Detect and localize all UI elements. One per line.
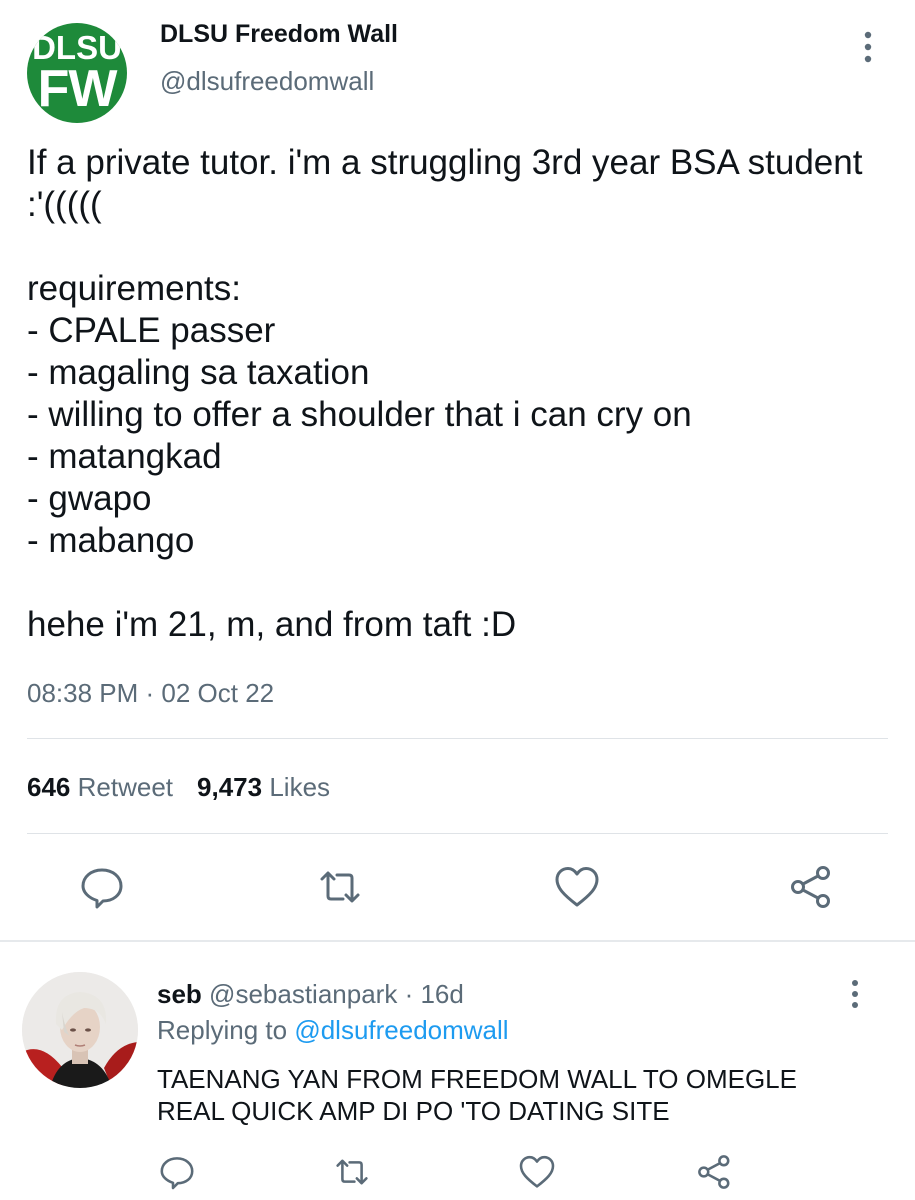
tweet-timestamp: 08:38 PM · 02 Oct 22 xyxy=(27,678,275,708)
divider xyxy=(27,738,888,739)
likes-stat[interactable]: 9,473 Likes xyxy=(197,772,330,802)
like-icon[interactable] xyxy=(552,862,602,912)
retweet-label: Retweet xyxy=(77,772,174,802)
reply-text: TAENANG YAN FROM FREEDOM WALL TO OMEGLE … xyxy=(157,1064,797,1126)
reply-age: · 16d xyxy=(404,979,464,1009)
replying-to-label: Replying to xyxy=(157,1015,288,1045)
reply-reply-icon[interactable] xyxy=(157,1152,197,1192)
display-name[interactable]: DLSU Freedom Wall xyxy=(160,20,398,49)
section-divider xyxy=(0,940,915,942)
reply-retweet-icon[interactable] xyxy=(332,1152,372,1192)
replying-to: Replying to @dlsufreedomwall xyxy=(157,1015,509,1046)
tweet-text: If a private tutor. i'm a struggling 3rd… xyxy=(27,143,863,644)
likes-count: 9,473 xyxy=(197,772,263,802)
likes-label: Likes xyxy=(269,772,331,802)
avatar-text-bottom: FW xyxy=(37,60,118,118)
share-icon[interactable] xyxy=(787,862,837,912)
divider xyxy=(27,833,888,834)
account-avatar[interactable]: DLSU FW xyxy=(27,23,127,123)
reply-share-icon[interactable] xyxy=(695,1152,735,1192)
retweet-icon[interactable] xyxy=(315,862,365,912)
more-options-icon[interactable] xyxy=(854,30,882,64)
reply-more-options-icon[interactable] xyxy=(842,978,868,1010)
retweet-stat[interactable]: 646 Retweet xyxy=(27,772,173,802)
reply-icon[interactable] xyxy=(77,862,127,912)
replying-to-mention[interactable]: @dlsufreedomwall xyxy=(294,1015,508,1045)
reply-like-icon[interactable] xyxy=(517,1152,557,1192)
retweet-count: 646 xyxy=(27,772,71,802)
reply-avatar[interactable] xyxy=(22,972,138,1088)
tweet-stats: 646 Retweet 9,473 Likes xyxy=(27,772,330,803)
reply-author-handle[interactable]: @sebastianpark xyxy=(209,979,397,1009)
reply-author-name[interactable]: seb xyxy=(157,979,202,1009)
account-handle[interactable]: @dlsufreedomwall xyxy=(160,66,374,97)
reply-header: seb @sebastianpark · 16d xyxy=(157,979,464,1010)
